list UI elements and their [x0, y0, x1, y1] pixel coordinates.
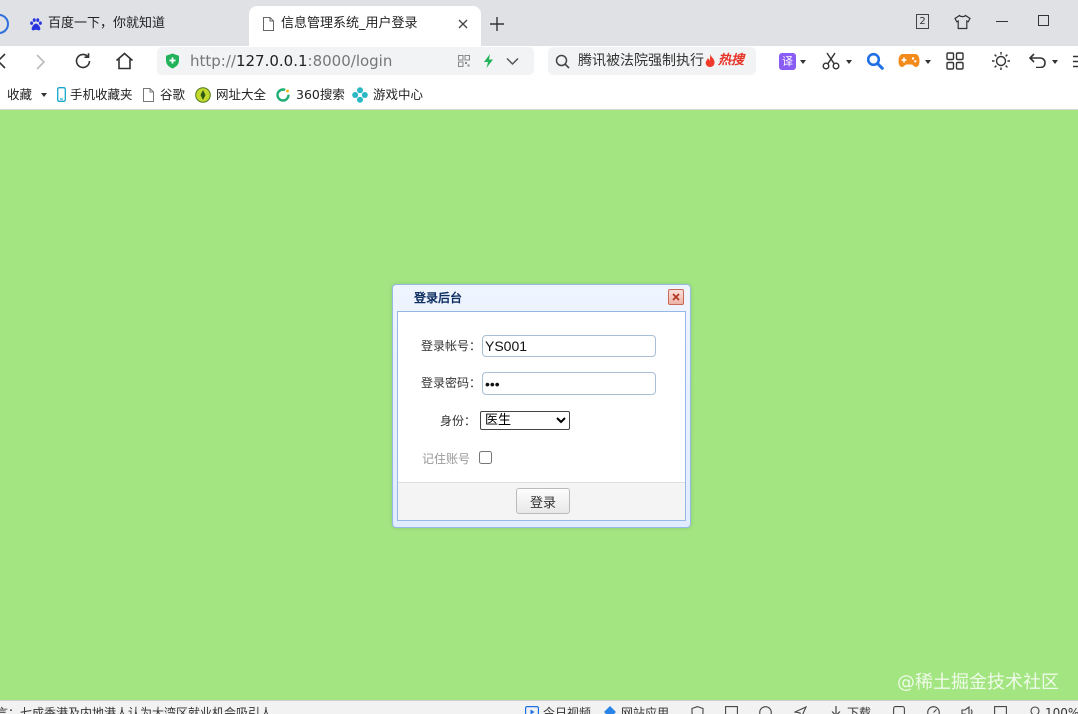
translate-dropdown-icon[interactable] [800, 60, 806, 64]
account-input[interactable] [482, 335, 656, 357]
login-button[interactable]: 登录 [516, 488, 570, 514]
undo-dropdown-icon[interactable] [1052, 60, 1058, 64]
video-icon [525, 706, 539, 714]
baidu-paw-icon [29, 17, 43, 31]
status-download[interactable]: 下载 [847, 705, 871, 714]
send-icon[interactable] [794, 706, 807, 714]
document-icon [143, 88, 154, 102]
minimize-icon[interactable] [996, 21, 1008, 22]
reload-icon[interactable] [74, 52, 92, 70]
role-select[interactable]: 医生 [480, 411, 570, 430]
new-tab-icon[interactable] [490, 17, 504, 31]
volume-icon[interactable] [961, 706, 974, 714]
browser-mode-icon[interactable] [759, 706, 772, 714]
close-tab-icon[interactable] [458, 19, 468, 29]
download-icon [830, 706, 842, 714]
url-host: 127.0.0.1 [235, 52, 308, 70]
shirt-icon[interactable] [954, 14, 971, 30]
qr-code-icon[interactable] [458, 55, 470, 67]
password-label: 登录密码： [421, 376, 482, 390]
gamepad-dropdown-icon[interactable] [925, 60, 931, 64]
apps-grid-icon[interactable] [946, 52, 964, 70]
scissors-dropdown-icon[interactable] [846, 60, 852, 64]
search-box[interactable]: 腾讯被法院强制执行 热搜 [548, 47, 756, 75]
undo-icon[interactable] [1029, 53, 1046, 68]
address-bar[interactable]: http://127.0.0.1:8000/login [157, 47, 534, 75]
news-ticker[interactable]: 言：七成香港及内地港人认为大湾区就业机会吸引人 [0, 705, 272, 714]
bookmark-web-directory[interactable]: 网址大全 [216, 87, 266, 103]
accelerate-icon[interactable] [927, 706, 940, 714]
url-path: :8000/login [307, 52, 393, 70]
dialog-footer: 登录 [398, 482, 685, 520]
zoom-icon [1030, 706, 1042, 714]
tab-title: 百度一下，你就知道 [48, 16, 166, 31]
phone-icon [57, 87, 66, 102]
lightning-icon[interactable] [483, 54, 494, 68]
role-label: 身份： [440, 414, 477, 428]
window-icon[interactable] [725, 706, 738, 714]
bookmark-favorites[interactable]: 收藏 [7, 87, 32, 103]
shield-outline-icon[interactable] [691, 706, 704, 714]
flame-icon [705, 54, 715, 67]
home-icon[interactable] [115, 52, 134, 70]
forward-icon[interactable] [36, 54, 46, 70]
tab-title: 信息管理系统_用户登录 [281, 16, 418, 31]
navigation-toolbar: http://127.0.0.1:8000/login 腾讯被法院强制执行 热搜… [0, 46, 1078, 80]
bookmark-game-center[interactable]: 游戏中心 [373, 87, 423, 103]
bookmark-google[interactable]: 谷歌 [160, 87, 185, 103]
shield-icon[interactable] [165, 53, 180, 69]
bookmarks-bar: 收藏 手机收藏夹 谷歌 网址大全 360搜索 游戏中心 [0, 80, 1078, 110]
search-query[interactable]: 腾讯被法院强制执行 [578, 52, 704, 70]
dialog-body: 登录帐号： 登录密码： 身份： 医生 记住账号 登录 [397, 311, 686, 521]
hot-search-tag[interactable]: 热搜 [718, 52, 744, 70]
remember-account-label: 记住账号 [422, 452, 471, 466]
brightness-icon[interactable] [991, 51, 1011, 71]
watermark: @稀土掘金技术社区 [897, 672, 1059, 693]
tab-bar: 百度一下，你就知道 信息管理系统_用户登录 2 [0, 0, 1078, 46]
scissors-icon[interactable] [822, 52, 840, 70]
address-url[interactable]: http://127.0.0.1:8000/login [190, 52, 392, 70]
tab-baidu[interactable]: 百度一下，你就知道 [20, 6, 246, 46]
remember-account-checkbox[interactable] [479, 451, 492, 464]
search-icon[interactable] [555, 54, 570, 69]
game-center-icon [352, 87, 368, 103]
password-input[interactable] [482, 372, 656, 395]
window-count-badge[interactable]: 2 [916, 14, 929, 29]
browser-logo-icon[interactable] [0, 13, 9, 35]
bookmark-mobile-favorites[interactable]: 手机收藏夹 [70, 87, 133, 103]
status-web-apps[interactable]: 网站应用 [621, 705, 669, 714]
bookmark-360-search[interactable]: 360搜索 [296, 87, 345, 103]
360-search-icon [276, 88, 290, 102]
tab-login[interactable]: 信息管理系统_用户登录 [249, 6, 481, 46]
dialog-title: 登录后台 [414, 291, 463, 305]
status-bar: 言：七成香港及内地港人认为大湾区就业机会吸引人 今日视频 网站应用 下载 100… [0, 700, 1078, 714]
web-directory-icon [195, 87, 211, 103]
gamepad-icon[interactable] [898, 53, 920, 68]
clear-icon[interactable] [893, 706, 905, 714]
login-dialog: 登录后台 登录帐号： 登录密码： 身份： 医生 记住账号 登录 [392, 284, 691, 528]
maximize-icon[interactable] [1038, 15, 1049, 26]
status-zoom[interactable]: 100% [1045, 705, 1078, 714]
web-apps-icon [604, 706, 616, 714]
screen-icon[interactable] [994, 706, 1007, 714]
magnifier-icon[interactable] [866, 52, 884, 70]
translate-icon[interactable]: 译 [779, 53, 796, 70]
close-dialog-icon[interactable] [668, 289, 684, 305]
back-icon[interactable] [0, 53, 7, 69]
status-video[interactable]: 今日视频 [543, 705, 591, 714]
dropdown-arrow-icon[interactable] [41, 93, 47, 97]
document-icon [263, 17, 274, 31]
url-scheme: http:// [190, 52, 236, 70]
account-label: 登录帐号： [421, 339, 482, 353]
menu-icon[interactable] [1073, 55, 1078, 68]
chevron-down-icon[interactable] [506, 57, 519, 66]
